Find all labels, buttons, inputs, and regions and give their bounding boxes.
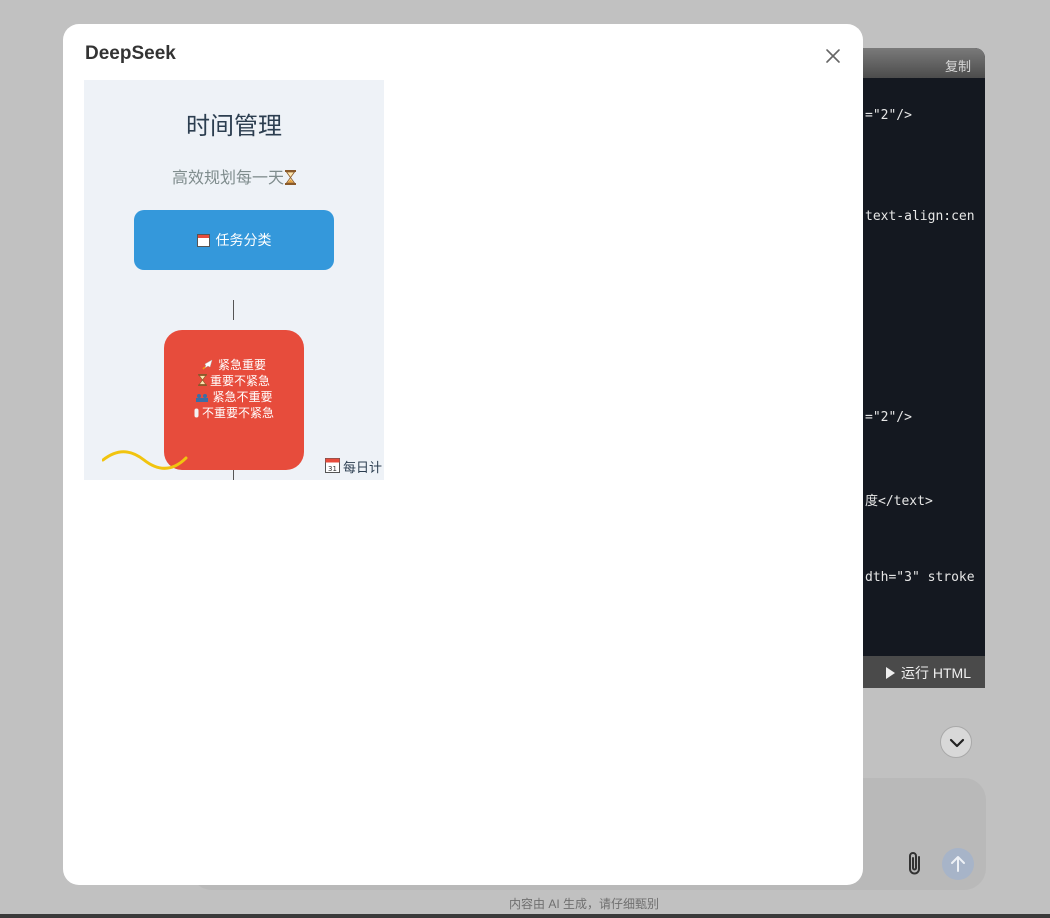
quadrant-item: 不重要不紧急 <box>164 404 304 421</box>
run-html-label: 运行 HTML <box>901 665 971 681</box>
calendar-icon: 31 <box>325 458 340 473</box>
send-button[interactable] <box>942 848 974 880</box>
chevron-down-icon <box>949 738 965 748</box>
run-html-button[interactable]: 运行 HTML <box>886 663 971 683</box>
quadrant-item: 重要不紧急 <box>164 372 304 389</box>
svg-text:31: 31 <box>328 465 337 473</box>
bottom-strip <box>0 914 1050 918</box>
quadrant-label: 紧急不重要 <box>212 390 273 404</box>
task-category-label: 任务分类 <box>215 232 272 248</box>
html-preview-frame: 时间管理 高效规划每一天 任务分类 紧急重要 重要不紧急 紧急不重要 不重要不紧… <box>84 80 384 480</box>
rocket-icon <box>202 359 213 370</box>
modal-title: DeepSeek <box>85 43 176 64</box>
code-line: ="2"/> <box>865 410 912 425</box>
quadrant-label: 不重要不紧急 <box>201 406 274 420</box>
decorative-wave <box>102 450 188 470</box>
preview-title: 时间管理 <box>186 113 282 140</box>
copy-button[interactable]: 复制 <box>945 56 971 75</box>
preview-modal: DeepSeek 时间管理 高效规划每一天 任务分类 紧急重要 重要不紧急 紧急… <box>63 24 863 885</box>
play-icon <box>886 667 895 679</box>
hourglass-icon <box>285 170 296 185</box>
close-icon[interactable] <box>823 46 843 66</box>
people-icon <box>196 394 209 402</box>
quadrant-item: 紧急重要 <box>164 356 304 373</box>
hourglass-icon <box>198 374 207 386</box>
arrow-up-icon <box>951 856 965 872</box>
daily-plan-node: 31 每日计 <box>325 457 382 476</box>
ai-disclaimer: 内容由 AI 生成，请仔细甄别 <box>508 897 659 911</box>
connector-line <box>233 300 234 320</box>
connector-line <box>233 470 234 480</box>
quadrant-node: 紧急重要 重要不紧急 紧急不重要 不重要不紧急 <box>164 330 304 470</box>
code-line: dth="3" stroke <box>865 570 975 585</box>
preview-subtitle: 高效规划每一天 <box>84 164 384 188</box>
code-line: 度</text> <box>865 494 933 509</box>
paperclip-icon[interactable] <box>904 850 926 878</box>
quadrant-item: 紧急不重要 <box>164 388 304 405</box>
scroll-to-bottom-button[interactable] <box>940 726 972 758</box>
calendar-icon <box>196 234 210 247</box>
code-line: text-align:cen <box>865 209 975 224</box>
task-category-node: 任务分类 <box>134 210 334 270</box>
quadrant-label: 重要不紧急 <box>209 374 270 388</box>
capsule-icon <box>194 408 199 418</box>
daily-plan-label: 每日计 <box>343 460 383 475</box>
code-line: ="2"/> <box>865 108 912 123</box>
quadrant-label: 紧急重要 <box>217 358 266 372</box>
preview-subtitle-text: 高效规划每一天 <box>171 170 284 187</box>
